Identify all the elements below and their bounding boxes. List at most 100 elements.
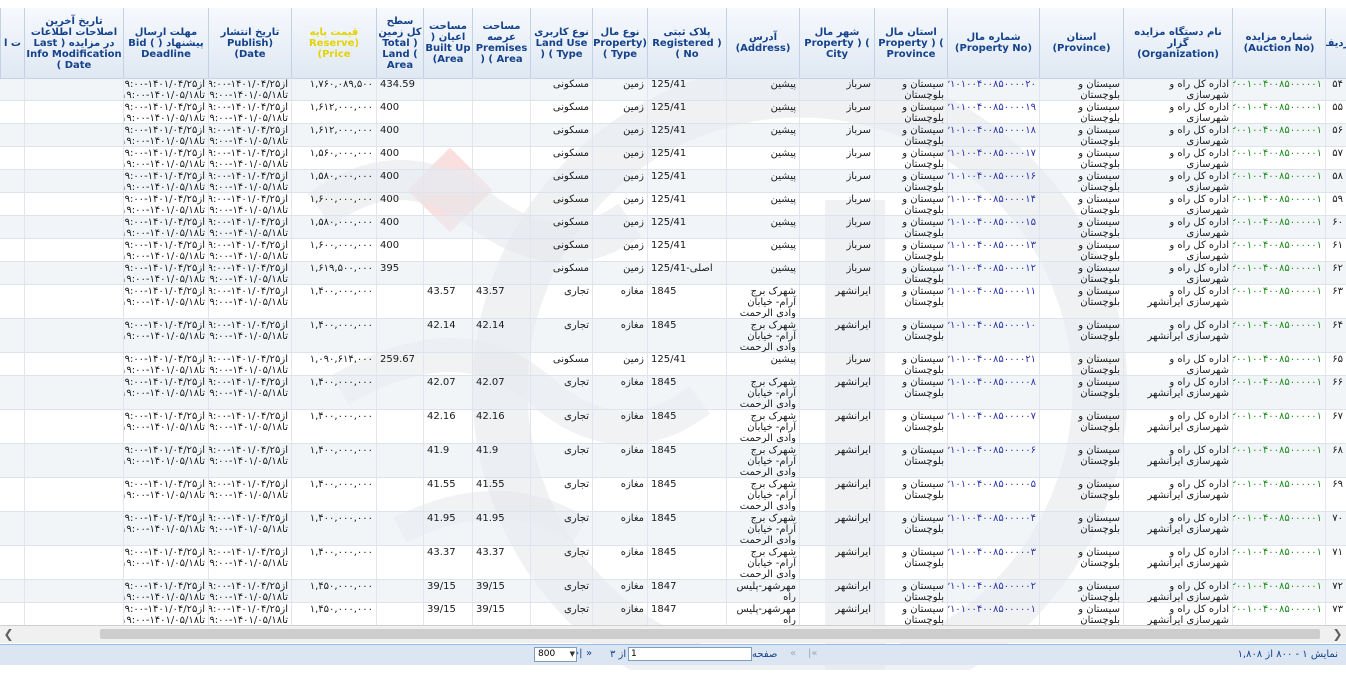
cell-property-no[interactable]: ۲۱۰۱۰۰۴۰۰۸۵۰۰۰۰۰۷ — [947, 410, 1039, 443]
cell-organization: اداره کل راه و شهرسازی — [1123, 216, 1232, 238]
cell-auction-no[interactable]: ۲۰۰۱۰۰۴۰۰۸۵۰۰۰۰۰۱ — [1232, 376, 1325, 409]
cell-property-no[interactable]: ۲۱۰۱۰۰۴۰۰۸۵۰۰۰۰۱۴ — [947, 193, 1039, 215]
column-header-radif[interactable]: ردیف — [1325, 8, 1346, 78]
cell-property-no[interactable]: ۲۱۰۱۰۰۴۰۰۸۵۰۰۰۰۲۰ — [947, 78, 1039, 100]
cell-auction-no[interactable]: ۲۰۰۱۰۰۴۰۰۸۵۰۰۰۰۰۱ — [1232, 512, 1325, 545]
cell-auction-no[interactable]: ۲۰۰۱۰۰۴۰۰۸۵۰۰۰۰۰۱ — [1232, 546, 1325, 579]
chevron-left-icon[interactable]: ❮ — [0, 626, 17, 643]
table-row[interactable]: ۵۹ ۲۰۰۱۰۰۴۰۰۸۵۰۰۰۰۰۱ اداره کل راه و شهرساز… — [0, 193, 1346, 216]
cell-auction-no[interactable]: ۲۰۰۱۰۰۴۰۰۸۵۰۰۰۰۰۱ — [1232, 239, 1325, 261]
column-header-total-land[interactable]: سطح کل زمین ( Total Land ( Area — [376, 8, 423, 78]
table-row[interactable]: ۶۶ ۲۰۰۱۰۰۴۰۰۸۵۰۰۰۰۰۱ اداره کل راه و شهرساز… — [0, 376, 1346, 410]
cell-auction-no[interactable]: ۲۰۰۱۰۰۴۰۰۸۵۰۰۰۰۰۱ — [1232, 319, 1325, 352]
table-row[interactable]: ۵۴ ۲۰۰۱۰۰۴۰۰۸۵۰۰۰۰۰۱ اداره کل راه و شهرساز… — [0, 78, 1346, 101]
cell-property-no[interactable]: ۲۱۰۱۰۰۴۰۰۸۵۰۰۰۰۲۱ — [947, 353, 1039, 375]
page-number-input[interactable] — [628, 647, 752, 661]
cell-property-no[interactable]: ۲۱۰۱۰۰۴۰۰۸۵۰۰۰۰۰۱ — [947, 603, 1039, 625]
cell-auction-no[interactable]: ۲۰۰۱۰۰۴۰۰۸۵۰۰۰۰۰۱ — [1232, 170, 1325, 192]
cell-property-no[interactable]: ۲۱۰۱۰۰۴۰۰۸۵۰۰۰۰۱۱ — [947, 285, 1039, 318]
horizontal-scrollbar[interactable]: ❮ ❯ — [0, 625, 1346, 643]
cell-built-up: 39/15 — [423, 603, 472, 625]
table-row[interactable]: ۵۷ ۲۰۰۱۰۰۴۰۰۸۵۰۰۰۰۰۱ اداره کل راه و شهرساز… — [0, 147, 1346, 170]
table-row[interactable]: ۶۸ ۲۰۰۱۰۰۴۰۰۸۵۰۰۰۰۰۱ اداره کل راه و شهرساز… — [0, 444, 1346, 478]
chevron-right-icon[interactable]: ❯ — [1329, 626, 1346, 643]
cell-auction-no[interactable]: ۲۰۰۱۰۰۴۰۰۸۵۰۰۰۰۰۱ — [1232, 444, 1325, 477]
table-row[interactable]: ۶۹ ۲۰۰۱۰۰۴۰۰۸۵۰۰۰۰۰۱ اداره کل راه و شهرساز… — [0, 478, 1346, 512]
table-row[interactable]: ۶۲ ۲۰۰۱۰۰۴۰۰۸۵۰۰۰۰۰۱ اداره کل راه و شهرساز… — [0, 262, 1346, 285]
cell-auction-no[interactable]: ۲۰۰۱۰۰۴۰۰۸۵۰۰۰۰۰۱ — [1232, 603, 1325, 625]
cell-city: سرباز — [799, 193, 874, 215]
cell-radif: ۵۸ — [1325, 170, 1346, 192]
cell-property-no[interactable]: ۲۱۰۱۰۰۴۰۰۸۵۰۰۰۰۰۲ — [947, 580, 1039, 602]
next-page-icon[interactable]: » — [586, 648, 592, 659]
cell-property-no[interactable]: ۲۱۰۱۰۰۴۰۰۸۵۰۰۰۰۱۵ — [947, 216, 1039, 238]
column-header-province[interactable]: استان (Province) — [1039, 8, 1123, 78]
scrollbar-thumb[interactable] — [100, 629, 1320, 639]
cell-auction-no[interactable]: ۲۰۰۱۰۰۴۰۰۸۵۰۰۰۰۰۱ — [1232, 410, 1325, 443]
cell-property-no[interactable]: ۲۱۰۱۰۰۴۰۰۸۵۰۰۰۰۱۲ — [947, 262, 1039, 284]
column-header-auction-no[interactable]: شماره مزایده (Auction No) — [1232, 8, 1325, 78]
column-header-land-use[interactable]: نوع کاربری Land Use ) ( Type — [530, 8, 592, 78]
cell-property-no[interactable]: ۲۱۰۱۰۰۴۰۰۸۵۰۰۰۰۱۹ — [947, 101, 1039, 123]
prev-page-icon[interactable]: « — [790, 648, 796, 659]
first-page-icon[interactable]: |« — [808, 648, 818, 659]
column-header-organization[interactable]: نام دستگاه مزایده گزار (Organization) — [1123, 8, 1232, 78]
page-size-select[interactable]: 800 ▼ — [534, 647, 577, 662]
cell-property-no[interactable]: ۲۱۰۱۰۰۴۰۰۸۵۰۰۰۰۰۴ — [947, 512, 1039, 545]
column-header-property-type[interactable]: نوع مال Property) ( Type — [592, 8, 647, 78]
table-row[interactable]: ۶۵ ۲۰۰۱۰۰۴۰۰۸۵۰۰۰۰۰۱ اداره کل راه و شهرساز… — [0, 353, 1346, 376]
column-header-city[interactable]: شهر مال Property ) ( City — [799, 8, 874, 78]
cell-auction-no[interactable]: ۲۰۰۱۰۰۴۰۰۸۵۰۰۰۰۰۱ — [1232, 78, 1325, 100]
cell-last-mod — [24, 512, 123, 545]
cell-auction-no[interactable]: ۲۰۰۱۰۰۴۰۰۸۵۰۰۰۰۰۱ — [1232, 193, 1325, 215]
cell-radif: ۶۰ — [1325, 216, 1346, 238]
cell-premises — [472, 216, 530, 238]
cell-auction-no[interactable]: ۲۰۰۱۰۰۴۰۰۸۵۰۰۰۰۰۱ — [1232, 101, 1325, 123]
cell-property-no[interactable]: ۲۱۰۱۰۰۴۰۰۸۵۰۰۰۰۰۳ — [947, 546, 1039, 579]
table-row[interactable]: ۶۳ ۲۰۰۱۰۰۴۰۰۸۵۰۰۰۰۰۱ اداره کل راه و شهرساز… — [0, 285, 1346, 319]
cell-auction-no[interactable]: ۲۰۰۱۰۰۴۰۰۸۵۰۰۰۰۰۱ — [1232, 262, 1325, 284]
table-row[interactable]: ۶۴ ۲۰۰۱۰۰۴۰۰۸۵۰۰۰۰۰۱ اداره کل راه و شهرساز… — [0, 319, 1346, 353]
cell-property-province: سیستان و بلوچستان — [874, 216, 947, 238]
column-header-bid-deadline[interactable]: مهلت ارسال پیشنهاد ( Bid ( Deadline — [123, 8, 208, 78]
table-row[interactable]: ۵۶ ۲۰۰۱۰۰۴۰۰۸۵۰۰۰۰۰۱ اداره کل راه و شهرساز… — [0, 124, 1346, 147]
cell-publish-date: از۱۴۰۱/۰۴/۲۵-۰۹:۰۰ تا۱۴۰۱/۰۵/۱۸-۱۹:۰۰ — [208, 78, 291, 100]
column-header-publish-date[interactable]: تاریخ انتشار (Publish Date) — [208, 8, 291, 78]
table-row[interactable]: ۷۳ ۲۰۰۱۰۰۴۰۰۸۵۰۰۰۰۰۱ اداره کل راه و شهرساز… — [0, 603, 1346, 625]
cell-property-no[interactable]: ۲۱۰۱۰۰۴۰۰۸۵۰۰۰۰۰۸ — [947, 376, 1039, 409]
display-info: نمایش ۱ - ۸۰۰ از ۱,۸۰۸ — [1237, 649, 1338, 660]
column-header-property-no[interactable]: شماره مال (Property No) — [947, 8, 1039, 78]
column-header-built-up[interactable]: مساحت اعیان ( Built Up Area) — [423, 8, 472, 78]
cell-property-no[interactable]: ۲۱۰۱۰۰۴۰۰۸۵۰۰۰۰۱۸ — [947, 124, 1039, 146]
cell-auction-no[interactable]: ۲۰۰۱۰۰۴۰۰۸۵۰۰۰۰۰۱ — [1232, 478, 1325, 511]
cell-property-no[interactable]: ۲۱۰۱۰۰۴۰۰۸۵۰۰۰۰۱۷ — [947, 147, 1039, 169]
table-row[interactable]: ۶۷ ۲۰۰۱۰۰۴۰۰۸۵۰۰۰۰۰۱ اداره کل راه و شهرساز… — [0, 410, 1346, 444]
cell-property-no[interactable]: ۲۱۰۱۰۰۴۰۰۸۵۰۰۰۰۰۶ — [947, 444, 1039, 477]
cell-property-no[interactable]: ۲۱۰۱۰۰۴۰۰۸۵۰۰۰۰۱۳ — [947, 239, 1039, 261]
table-row[interactable]: ۷۱ ۲۰۰۱۰۰۴۰۰۸۵۰۰۰۰۰۱ اداره کل راه و شهرساز… — [0, 546, 1346, 580]
cell-property-no[interactable]: ۲۱۰۱۰۰۴۰۰۸۵۰۰۰۰۱۶ — [947, 170, 1039, 192]
cell-auction-no[interactable]: ۲۰۰۱۰۰۴۰۰۸۵۰۰۰۰۰۱ — [1232, 285, 1325, 318]
table-row[interactable]: ۵۵ ۲۰۰۱۰۰۴۰۰۸۵۰۰۰۰۰۱ اداره کل راه و شهرساز… — [0, 101, 1346, 124]
column-header-reserve-price[interactable]: قیمت پایه (Reserve Price) — [291, 8, 376, 78]
table-row[interactable]: ۷۲ ۲۰۰۱۰۰۴۰۰۸۵۰۰۰۰۰۱ اداره کل راه و شهرساز… — [0, 580, 1346, 603]
column-header-registered-no[interactable]: پلاک ثبتی Registered ) ( No — [647, 8, 726, 78]
cell-auction-no[interactable]: ۲۰۰۱۰۰۴۰۰۸۵۰۰۰۰۰۱ — [1232, 216, 1325, 238]
column-header-property-province[interactable]: استان مال Property ) ( Province — [874, 8, 947, 78]
column-header-address[interactable]: آدرس (Address) — [726, 8, 799, 78]
cell-property-no[interactable]: ۲۱۰۱۰۰۴۰۰۸۵۰۰۰۰۰۵ — [947, 478, 1039, 511]
table-row[interactable]: ۶۱ ۲۰۰۱۰۰۴۰۰۸۵۰۰۰۰۰۱ اداره کل راه و شهرساز… — [0, 239, 1346, 262]
cell-province: سیستان و بلوچستان — [1039, 216, 1123, 238]
cell-auction-no[interactable]: ۲۰۰۱۰۰۴۰۰۸۵۰۰۰۰۰۱ — [1232, 580, 1325, 602]
table-row[interactable]: ۷۰ ۲۰۰۱۰۰۴۰۰۸۵۰۰۰۰۰۱ اداره کل راه و شهرساز… — [0, 512, 1346, 546]
cell-auction-no[interactable]: ۲۰۰۱۰۰۴۰۰۸۵۰۰۰۰۰۱ — [1232, 124, 1325, 146]
column-header-extra[interactable]: ت ا — [0, 8, 24, 78]
cell-auction-no[interactable]: ۲۰۰۱۰۰۴۰۰۸۵۰۰۰۰۰۱ — [1232, 353, 1325, 375]
table-row[interactable]: ۶۰ ۲۰۰۱۰۰۴۰۰۸۵۰۰۰۰۰۱ اداره کل راه و شهرساز… — [0, 216, 1346, 239]
cell-city: سرباز — [799, 124, 874, 146]
column-header-last-mod[interactable]: تاریخ آخرین اصلاحات اطلاعات در مزایده ( … — [24, 8, 123, 78]
cell-property-no[interactable]: ۲۱۰۱۰۰۴۰۰۸۵۰۰۰۰۱۰ — [947, 319, 1039, 352]
cell-auction-no[interactable]: ۲۰۰۱۰۰۴۰۰۸۵۰۰۰۰۰۱ — [1232, 147, 1325, 169]
table-row[interactable]: ۵۸ ۲۰۰۱۰۰۴۰۰۸۵۰۰۰۰۰۱ اداره کل راه و شهرساز… — [0, 170, 1346, 193]
column-header-premises[interactable]: مساحت عرصه Premises ) ( Area — [472, 8, 530, 78]
